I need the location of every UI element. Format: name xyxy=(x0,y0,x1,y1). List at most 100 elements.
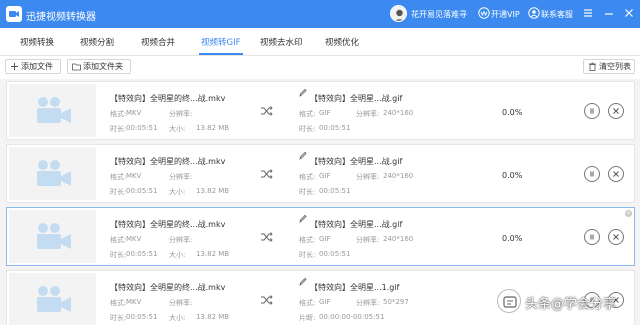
output-format-label: 格式: xyxy=(299,236,316,244)
edit-pencil-icon[interactable] xyxy=(299,277,307,286)
pause-button[interactable] xyxy=(584,166,600,182)
source-file-name: 【特效向】全明星的终...战.mkv xyxy=(110,157,226,166)
output-duration: 00:05:51 xyxy=(319,187,351,195)
convert-arrow-icon xyxy=(261,232,273,242)
vip-crown-icon[interactable] xyxy=(478,7,490,19)
output-duration-label: 时长: xyxy=(299,251,316,259)
video-camera-icon xyxy=(37,160,71,186)
source-size: 13.82 MB xyxy=(196,187,230,195)
tab-video-optimize[interactable]: 视频优化 xyxy=(325,36,359,48)
source-format: MKV xyxy=(126,109,142,117)
tab-video-split[interactable]: 视频分割 xyxy=(80,36,114,48)
pause-button[interactable] xyxy=(584,229,600,245)
source-format-label: 格式: xyxy=(110,299,127,307)
toolbar: 添加文件 添加文件夹 清空列表 xyxy=(0,57,640,77)
list-item[interactable]: 【特效向】全明星的终...战.mkv 格式: MKV 分辨率: 时长: 00:0… xyxy=(6,144,635,203)
minimize-icon[interactable] xyxy=(603,7,615,19)
source-file-name: 【特效向】全明星的终...战.mkv xyxy=(110,283,226,292)
source-duration-label: 时长: xyxy=(110,314,127,322)
customer-service-icon[interactable] xyxy=(528,7,540,19)
close-icon[interactable] xyxy=(623,7,635,19)
vip-button[interactable]: 开通VIP xyxy=(491,9,520,20)
source-file-name: 【特效向】全明星的终...战.mkv xyxy=(110,94,226,103)
source-duration: 00:05:51 xyxy=(126,124,158,132)
title-bar: 迅捷视频转换器 花开易见落难寻 开通VIP 联系客服 xyxy=(0,0,640,28)
close-icon xyxy=(613,108,619,114)
support-button[interactable]: 联系客服 xyxy=(541,9,573,20)
remove-button[interactable] xyxy=(608,166,624,182)
edit-pencil-icon[interactable] xyxy=(299,151,307,160)
source-format-label: 格式: xyxy=(110,110,127,118)
remove-button[interactable] xyxy=(608,229,624,245)
source-format-label: 格式: xyxy=(110,236,127,244)
list-item-selected[interactable]: 【特效向】全明星的终...战.mkv 格式: MKV 分辨率: 时长: 00:0… xyxy=(6,207,635,266)
edit-pencil-icon[interactable] xyxy=(299,88,307,97)
source-size-label: 大小: xyxy=(169,125,186,133)
output-resolution: 240*160 xyxy=(383,235,414,243)
folder-icon xyxy=(72,63,81,71)
source-size: 13.82 MB xyxy=(196,124,230,132)
output-format: GIF xyxy=(319,235,331,243)
tab-video-to-gif[interactable]: 视频转GIF xyxy=(201,36,240,48)
convert-arrow-icon xyxy=(261,106,273,116)
source-resolution-label: 分辨率: xyxy=(169,299,193,307)
convert-arrow-icon xyxy=(261,169,273,179)
app-logo-icon xyxy=(6,6,22,22)
output-duration-label: 时长: xyxy=(299,188,316,196)
source-file-name: 【特效向】全明星的终...战.mkv xyxy=(110,220,226,229)
user-name[interactable]: 花开易见落难寻 xyxy=(411,9,467,20)
tab-video-merge[interactable]: 视频合并 xyxy=(141,36,175,48)
output-resolution: 50*297 xyxy=(383,298,409,306)
clear-list-button[interactable]: 清空列表 xyxy=(583,59,635,74)
source-duration-label: 时长: xyxy=(110,125,127,133)
add-file-button[interactable]: 添加文件 xyxy=(5,59,61,74)
progress-percent: 0.0% xyxy=(502,171,523,180)
output-resolution-label: 分辨率: xyxy=(356,110,380,118)
output-resolution: 240*160 xyxy=(383,109,414,117)
source-resolution-label: 分辨率: xyxy=(169,173,193,181)
avatar[interactable] xyxy=(390,5,407,22)
output-duration: 00:05:51 xyxy=(319,250,351,258)
convert-arrow-icon xyxy=(261,295,273,305)
add-folder-button[interactable]: 添加文件夹 xyxy=(67,59,131,74)
watermark-logo-icon xyxy=(497,289,521,313)
pause-icon xyxy=(590,108,594,114)
video-camera-icon xyxy=(37,223,71,249)
output-resolution: 240*160 xyxy=(383,172,414,180)
source-size-label: 大小: xyxy=(169,314,186,322)
clear-list-label: 清空列表 xyxy=(599,62,631,71)
video-thumbnail xyxy=(9,273,96,325)
tab-video-convert[interactable]: 视频转换 xyxy=(20,36,54,48)
output-file-name[interactable]: 【特效向】全明星...战.gif xyxy=(310,93,402,104)
remove-button[interactable] xyxy=(608,103,624,119)
menu-icon[interactable] xyxy=(582,7,594,19)
tab-remove-watermark[interactable]: 视频去水印 xyxy=(260,36,303,48)
source-duration: 00:05:51 xyxy=(126,313,158,321)
list-item[interactable]: 【特效向】全明星的终...战.mkv 格式: MKV 分辨率: 时长: 00:0… xyxy=(6,81,635,140)
output-file-name[interactable]: 【特效向】全明星...战.gif xyxy=(310,156,402,167)
source-duration: 00:05:51 xyxy=(126,187,158,195)
tab-bar: 视频转换 视频分割 视频合并 视频转GIF 视频去水印 视频优化 xyxy=(0,28,640,56)
output-duration: 00:05:51 xyxy=(319,124,351,132)
video-thumbnail xyxy=(9,84,96,137)
pause-icon xyxy=(590,234,594,240)
pause-button[interactable] xyxy=(584,103,600,119)
output-file-name[interactable]: 【特效向】全明星...1.gif xyxy=(310,282,399,293)
watermark: 头条@学会分享 xyxy=(497,288,633,314)
trash-icon xyxy=(589,62,596,71)
source-size-label: 大小: xyxy=(169,251,186,259)
source-format: MKV xyxy=(126,172,142,180)
output-format-label: 格式: xyxy=(299,110,316,118)
output-resolution-label: 分辨率: xyxy=(356,173,380,181)
active-tab-indicator xyxy=(199,53,243,55)
edit-pencil-icon[interactable] xyxy=(299,214,307,223)
output-file-name[interactable]: 【特效向】全明星...战.gif xyxy=(310,219,402,230)
output-clip-label: 片断: xyxy=(299,314,316,322)
source-resolution-label: 分辨率: xyxy=(169,110,193,118)
source-duration-label: 时长: xyxy=(110,251,127,259)
output-resolution-label: 分辨率: xyxy=(356,299,380,307)
plus-icon xyxy=(11,63,18,70)
output-format: GIF xyxy=(319,109,331,117)
row-close-icon[interactable]: × xyxy=(625,210,632,217)
progress-percent: 0.0% xyxy=(502,108,523,117)
